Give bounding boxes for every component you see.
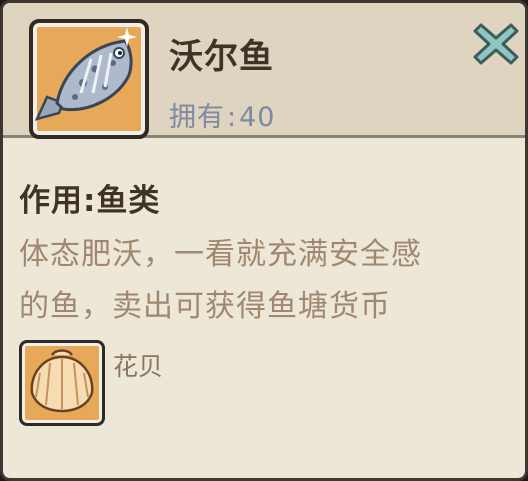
item-description: 体态肥沃，一看就充满安全感 的鱼，卖出可获得鱼塘货币 (19, 229, 509, 333)
item-detail-panel: 沃尔鱼 拥有:40 作用:鱼类 体态肥沃，一看就充满安全感 的鱼，卖出可获得鱼塘… (0, 0, 528, 481)
item-icon-frame (29, 19, 149, 139)
description-line: 的鱼，卖出可获得鱼塘货币 (19, 289, 391, 324)
usage-value: 鱼类 (96, 183, 161, 219)
owned-count-row: 拥有:40 (169, 95, 275, 134)
close-button[interactable] (471, 19, 521, 69)
description-line: 体态肥沃，一看就充满安全感 (19, 237, 422, 272)
item-header: 沃尔鱼 拥有:40 (3, 3, 525, 139)
item-name: 沃尔鱼 (169, 37, 274, 77)
fish-icon (34, 27, 137, 121)
source-item-frame[interactable] (19, 340, 105, 426)
close-x-icon (473, 23, 519, 65)
scallop-shell-icon (30, 349, 94, 413)
owned-count: 40 (239, 102, 276, 133)
owned-label: 拥有 (169, 102, 225, 133)
source-item-label: 花贝 (113, 352, 164, 381)
owned-colon: : (227, 102, 238, 133)
usage-row: 作用:鱼类 (19, 175, 160, 220)
usage-label: 作用 (19, 183, 83, 219)
usage-colon: : (83, 183, 97, 219)
